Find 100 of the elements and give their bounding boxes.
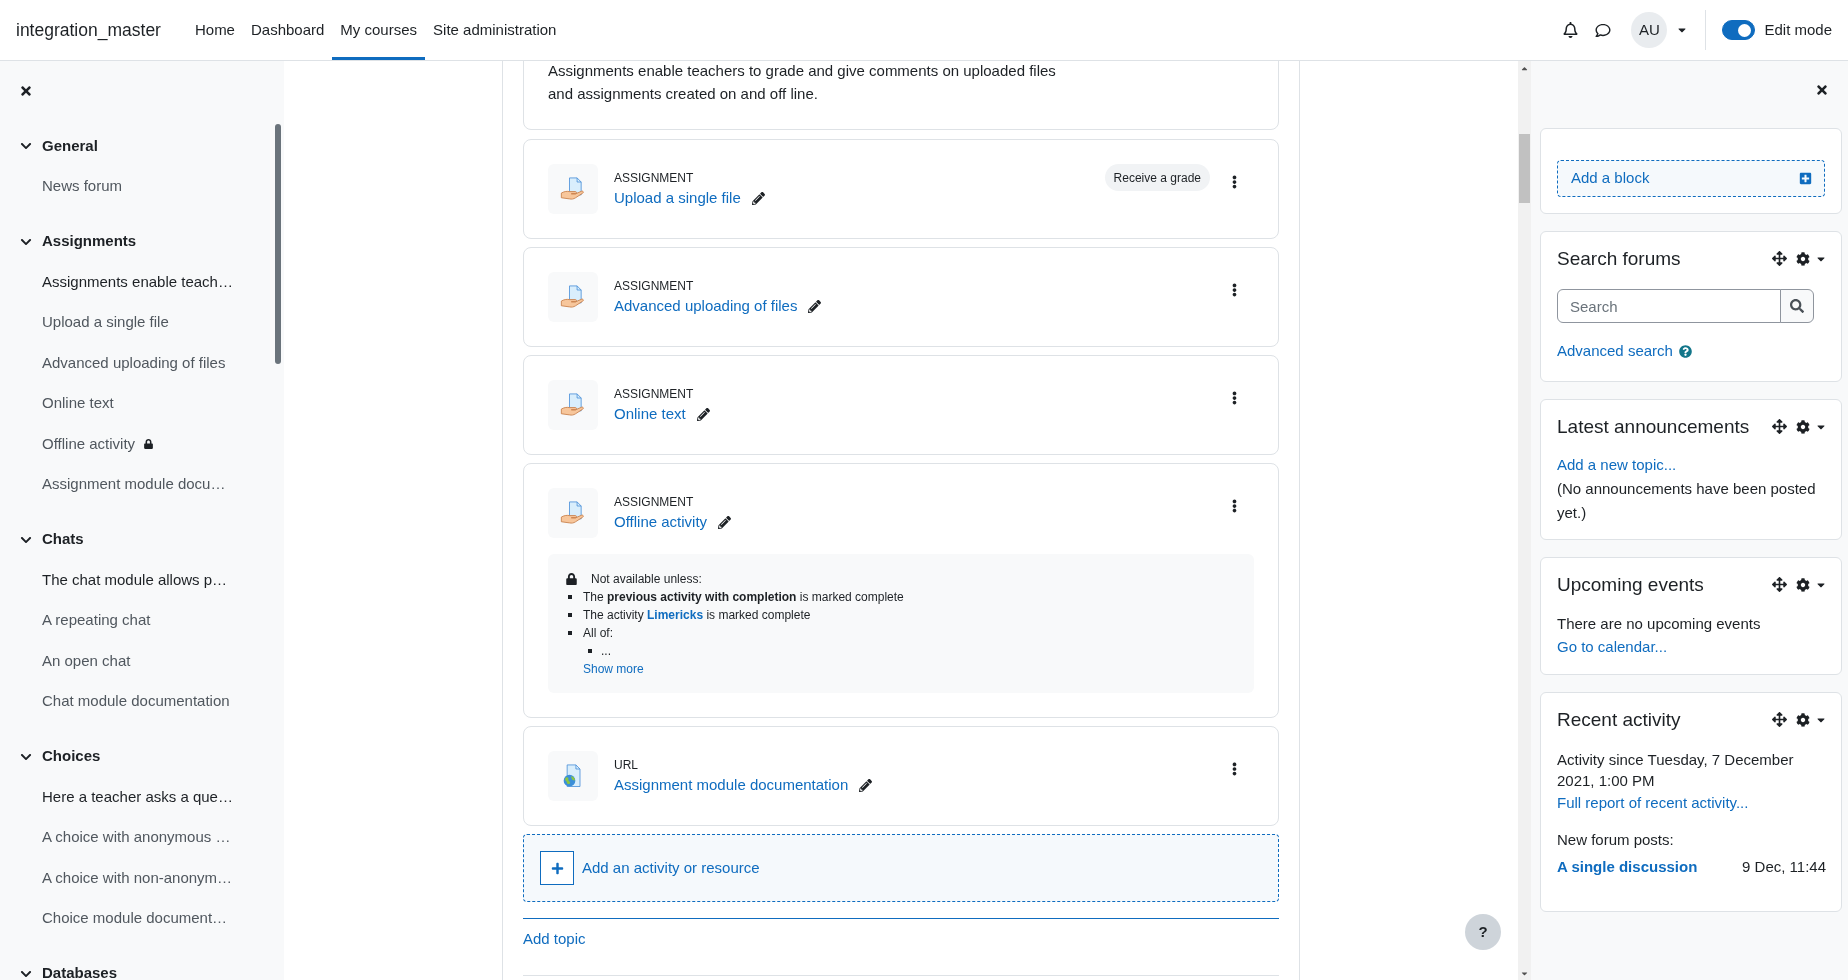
course-index-link[interactable]: Upload a single file xyxy=(42,311,169,334)
scroll-down-arrow-icon[interactable] xyxy=(1520,969,1529,978)
site-name[interactable]: integration_master xyxy=(16,16,161,44)
course-index-link[interactable]: Online text xyxy=(42,392,114,415)
course-index-link[interactable]: A choice with anonymous … xyxy=(42,826,231,849)
vertical-dots-icon[interactable] xyxy=(1232,499,1237,513)
availability-heading: Not available unless: xyxy=(591,571,702,588)
course-index-link[interactable]: Chat module documentation xyxy=(42,690,230,713)
nav-link[interactable]: Site administration xyxy=(425,0,565,60)
move-icon[interactable] xyxy=(1772,577,1787,592)
notification-bell-icon[interactable] xyxy=(1563,22,1579,38)
activity-link[interactable]: Limericks xyxy=(647,608,704,622)
bullet-icon xyxy=(588,649,592,653)
user-avatar[interactable]: AU xyxy=(1631,12,1668,48)
settings-icon[interactable] xyxy=(1796,419,1810,434)
block-title: Upcoming events xyxy=(1557,573,1704,596)
pencil-icon[interactable] xyxy=(808,299,822,313)
message-bubble-icon[interactable] xyxy=(1595,22,1612,38)
add-activity-button[interactable]: Add an activity or resource xyxy=(523,834,1279,902)
course-index-link[interactable]: The chat module allows p… xyxy=(42,568,228,591)
move-icon[interactable] xyxy=(1772,712,1787,727)
section-link[interactable]: General xyxy=(42,134,98,158)
activity-type: ASSIGNMENT xyxy=(614,278,695,295)
activity-link[interactable]: Advanced uploading of files xyxy=(614,295,798,317)
pencil-icon[interactable] xyxy=(696,407,710,421)
show-more-link[interactable]: Show more xyxy=(583,660,644,678)
hand-document-icon xyxy=(548,488,598,538)
settings-icon[interactable] xyxy=(1796,577,1810,592)
activity-type: ASSIGNMENT xyxy=(614,386,695,403)
vertical-dots-icon[interactable] xyxy=(1232,762,1237,776)
hand-document-icon xyxy=(548,164,598,214)
nav-link[interactable]: Dashboard xyxy=(242,0,333,60)
course-index-link[interactable]: Assignment module docu… xyxy=(42,473,226,496)
nav-link[interactable]: Home xyxy=(186,0,243,60)
close-icon[interactable] xyxy=(1816,83,1828,97)
move-icon[interactable] xyxy=(1772,251,1787,266)
condition-text: ... xyxy=(601,643,611,660)
search-icon xyxy=(1790,299,1804,313)
scrollbar-thumb[interactable] xyxy=(275,124,281,364)
section-link[interactable]: Chats xyxy=(42,528,84,551)
hand-document-icon xyxy=(548,272,598,322)
course-index-link[interactable]: A choice with non-anonym… xyxy=(42,866,233,889)
add-topic-link[interactable]: Add a new topic... xyxy=(1557,453,1677,477)
help-button[interactable]: ? xyxy=(1465,914,1501,950)
block-text: Activity since Tuesday, 7 December 2021, 1:00 PM xyxy=(1557,750,1795,791)
section-link[interactable]: Choices xyxy=(42,745,101,768)
course-index-link[interactable]: Offline activity xyxy=(42,432,136,455)
edit-mode-switch[interactable] xyxy=(1722,20,1756,40)
block-text: There are no upcoming events xyxy=(1557,614,1762,634)
activity-type: URL xyxy=(614,757,639,774)
block-text: (No announcements have been posted yet.) xyxy=(1557,479,1817,523)
section-link[interactable]: Assignments xyxy=(42,230,137,253)
course-index-link[interactable]: Here a teacher asks a que… xyxy=(42,785,233,808)
plus-icon xyxy=(540,851,574,885)
pencil-icon[interactable] xyxy=(751,191,765,205)
help-icon[interactable] xyxy=(1678,344,1692,358)
chevron-down-icon[interactable] xyxy=(20,140,32,152)
pencil-icon[interactable] xyxy=(718,515,732,529)
course-index-link[interactable]: News forum xyxy=(42,175,123,198)
section-link[interactable]: Databases xyxy=(42,962,118,980)
settings-icon[interactable] xyxy=(1796,712,1810,727)
course-index-link[interactable]: Assignments enable teach… xyxy=(42,270,233,293)
course-index-link[interactable]: Choice module document… xyxy=(42,907,228,930)
bullet-icon xyxy=(568,631,572,635)
activity-link[interactable]: Offline activity xyxy=(614,511,708,533)
vertical-dots-icon[interactable] xyxy=(1232,283,1237,297)
advanced-search-link[interactable]: Advanced search xyxy=(1557,339,1673,363)
add-block-button[interactable]: Add a block xyxy=(1557,160,1825,197)
condition-text: All of: xyxy=(583,625,613,642)
course-index-link[interactable]: A repeating chat xyxy=(42,609,151,632)
condition-text: The activity Limericks is marked complete xyxy=(583,607,811,624)
search-button[interactable] xyxy=(1780,289,1814,323)
bullet-icon xyxy=(568,613,572,617)
activity-link[interactable]: Assignment module documentation xyxy=(614,774,849,796)
course-index-link[interactable]: Advanced uploading of files xyxy=(42,351,226,374)
condition-text: The previous activity with completion is marked complete xyxy=(583,589,904,606)
scroll-up-arrow-icon[interactable] xyxy=(1520,64,1529,73)
vertical-dots-icon[interactable] xyxy=(1232,175,1237,189)
hand-document-icon xyxy=(548,380,598,430)
move-icon[interactable] xyxy=(1772,419,1787,434)
bullet-icon xyxy=(568,595,572,599)
lock-icon xyxy=(566,573,577,585)
scrollbar-thumb[interactable] xyxy=(1519,134,1530,203)
activity-link[interactable]: Online text xyxy=(614,403,686,425)
activity-link[interactable]: Upload a single file xyxy=(614,187,741,209)
vertical-dots-icon[interactable] xyxy=(1232,391,1237,405)
block-title: Search forums xyxy=(1557,247,1681,270)
settings-icon[interactable] xyxy=(1796,251,1810,266)
add-topic-link[interactable]: Add topic xyxy=(523,928,586,950)
search-field[interactable]: Search xyxy=(1557,289,1781,323)
globe-document-icon xyxy=(548,751,598,801)
pencil-icon[interactable] xyxy=(859,778,873,792)
course-index-link[interactable]: An open chat xyxy=(42,649,131,672)
activity-type: ASSIGNMENT xyxy=(614,494,695,511)
label-text: Assignments enable teachers to grade and give comments on uploaded files and assignments created on and off line. xyxy=(548,61,1057,104)
close-icon[interactable] xyxy=(20,84,32,98)
discussion-link[interactable]: A single discussion xyxy=(1557,856,1698,878)
full-report-link[interactable]: Full report of recent activity... xyxy=(1557,791,1749,815)
activity-type: ASSIGNMENT xyxy=(614,170,695,187)
calendar-link[interactable]: Go to calendar... xyxy=(1557,635,1668,658)
